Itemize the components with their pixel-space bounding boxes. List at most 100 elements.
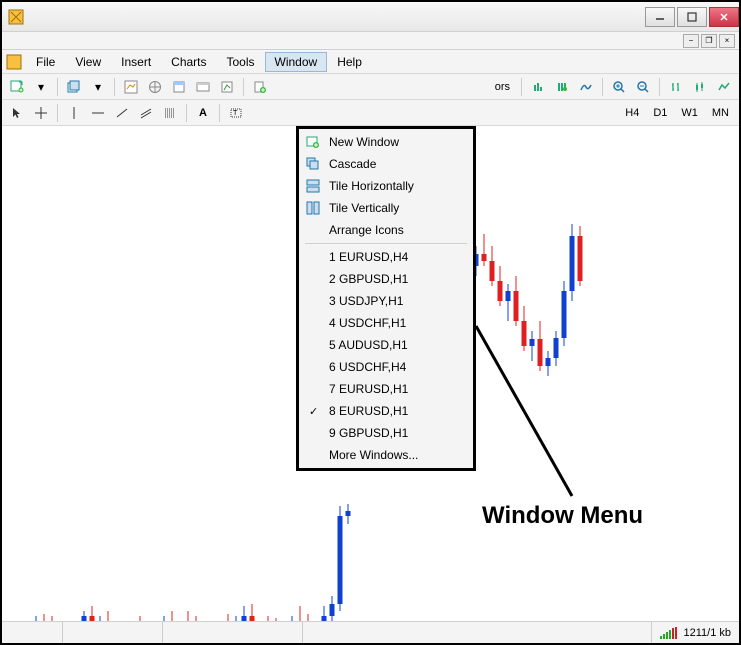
menu-tile-horizontal[interactable]: Tile Horizontally bbox=[301, 175, 471, 197]
terminal-icon[interactable] bbox=[192, 76, 214, 98]
menu-label: 4 USDCHF,H1 bbox=[329, 316, 406, 330]
horizontal-line-icon[interactable] bbox=[87, 102, 109, 124]
cascade-icon bbox=[305, 156, 321, 172]
connection-status: 1211/1 kb bbox=[651, 622, 739, 643]
status-cell-3 bbox=[162, 622, 302, 643]
app-window: − ❐ × File View Insert Charts Tools Wind… bbox=[2, 2, 739, 643]
connection-text: 1211/1 kb bbox=[683, 627, 731, 639]
bar-chart-icon[interactable] bbox=[665, 76, 687, 98]
menu-separator bbox=[305, 243, 467, 244]
text-icon[interactable]: A bbox=[192, 102, 214, 124]
check-icon: ✓ bbox=[309, 405, 318, 418]
menu-insert[interactable]: Insert bbox=[111, 52, 161, 72]
close-button[interactable] bbox=[709, 7, 739, 27]
channel-icon[interactable] bbox=[135, 102, 157, 124]
menu-label: Tile Vertically bbox=[329, 201, 399, 215]
profiles-dropdown-icon[interactable]: ▾ bbox=[87, 76, 109, 98]
mdi-close-button[interactable]: × bbox=[719, 34, 735, 48]
trendline-icon[interactable] bbox=[111, 102, 133, 124]
zoom-in-icon[interactable] bbox=[608, 76, 630, 98]
titlebar bbox=[2, 2, 739, 32]
crosshair-icon[interactable] bbox=[30, 102, 52, 124]
timeframe-mn[interactable]: MN bbox=[706, 107, 735, 119]
menu-arrange-icons[interactable]: Arrange Icons bbox=[301, 219, 471, 241]
menu-cascade[interactable]: Cascade bbox=[301, 153, 471, 175]
menu-label: 8 EURUSD,H1 bbox=[329, 404, 408, 418]
menu-label: 6 USDCHF,H4 bbox=[329, 360, 406, 374]
mdi-controls: − ❐ × bbox=[2, 32, 739, 50]
chart-area[interactable]: New Window Cascade Tile Horizontally Til… bbox=[2, 126, 739, 621]
menu-label: More Windows... bbox=[329, 448, 418, 462]
menu-label: 5 AUDUSD,H1 bbox=[329, 338, 408, 352]
menu-window-9[interactable]: 9 GBPUSD,H1 bbox=[301, 422, 471, 444]
new-chart-icon[interactable] bbox=[6, 76, 28, 98]
status-cell-1 bbox=[2, 622, 62, 643]
menu-label: 7 EURUSD,H1 bbox=[329, 382, 408, 396]
menu-view[interactable]: View bbox=[65, 52, 111, 72]
tile-h-icon bbox=[305, 178, 321, 194]
annotation-label: Window Menu bbox=[482, 502, 643, 530]
menu-window-3[interactable]: 3 USDJPY,H1 bbox=[301, 290, 471, 312]
menu-window-8[interactable]: ✓ 8 EURUSD,H1 bbox=[301, 400, 471, 422]
minimize-button[interactable] bbox=[645, 7, 675, 27]
menu-tile-vertical[interactable]: Tile Vertically bbox=[301, 197, 471, 219]
menu-tools[interactable]: Tools bbox=[217, 52, 265, 72]
vertical-line-icon[interactable] bbox=[63, 102, 85, 124]
timeframe-h4[interactable]: H4 bbox=[619, 107, 645, 119]
menu-label: 2 GBPUSD,H1 bbox=[329, 272, 408, 286]
menu-window[interactable]: Window bbox=[265, 52, 328, 72]
new-dropdown-icon[interactable]: ▾ bbox=[30, 76, 52, 98]
menu-window-1[interactable]: 1 EURUSD,H4 bbox=[301, 246, 471, 268]
menu-help[interactable]: Help bbox=[327, 52, 372, 72]
text-label-icon[interactable]: T bbox=[225, 102, 247, 124]
toolbar-main: ▾ ▾ ors bbox=[2, 74, 739, 100]
partial-label: ors bbox=[489, 81, 516, 93]
app-menu-icon bbox=[6, 54, 22, 70]
status-cell-2 bbox=[62, 622, 162, 643]
app-icon bbox=[8, 9, 24, 25]
strategy-tester-icon[interactable] bbox=[216, 76, 238, 98]
menu-window-7[interactable]: 7 EURUSD,H1 bbox=[301, 378, 471, 400]
menubar: File View Insert Charts Tools Window Hel… bbox=[2, 50, 739, 74]
mdi-minimize-button[interactable]: − bbox=[683, 34, 699, 48]
line-chart-icon[interactable] bbox=[713, 76, 735, 98]
menu-label: 9 GBPUSD,H1 bbox=[329, 426, 408, 440]
status-cell-4 bbox=[302, 622, 402, 643]
menu-window-6[interactable]: 6 USDCHF,H4 bbox=[301, 356, 471, 378]
menu-label: Arrange Icons bbox=[329, 223, 404, 237]
indicators-list-icon[interactable] bbox=[575, 76, 597, 98]
timeframe-d1[interactable]: D1 bbox=[647, 107, 673, 119]
menu-charts[interactable]: Charts bbox=[161, 52, 216, 72]
templates-icon[interactable] bbox=[551, 76, 573, 98]
statusbar: 1211/1 kb bbox=[2, 621, 739, 643]
menu-label: New Window bbox=[329, 135, 399, 149]
menu-window-4[interactable]: 4 USDCHF,H1 bbox=[301, 312, 471, 334]
periodicity-icon[interactable] bbox=[527, 76, 549, 98]
profiles-icon[interactable] bbox=[63, 76, 85, 98]
navigator-icon[interactable] bbox=[144, 76, 166, 98]
mdi-restore-button[interactable]: ❐ bbox=[701, 34, 717, 48]
new-order-icon[interactable] bbox=[249, 76, 271, 98]
menu-label: Tile Horizontally bbox=[329, 179, 414, 193]
menu-window-2[interactable]: 2 GBPUSD,H1 bbox=[301, 268, 471, 290]
tile-v-icon bbox=[305, 200, 321, 216]
window-menu-dropdown: New Window Cascade Tile Horizontally Til… bbox=[296, 126, 476, 471]
new-window-icon bbox=[305, 134, 321, 150]
fibonacci-icon[interactable] bbox=[159, 102, 181, 124]
svg-text:T: T bbox=[233, 110, 238, 117]
connection-bars-icon bbox=[660, 627, 677, 639]
menu-file[interactable]: File bbox=[26, 52, 65, 72]
menu-more-windows[interactable]: More Windows... bbox=[301, 444, 471, 466]
market-watch-icon[interactable] bbox=[120, 76, 142, 98]
menu-label: 3 USDJPY,H1 bbox=[329, 294, 403, 308]
cursor-icon[interactable] bbox=[6, 102, 28, 124]
menu-new-window[interactable]: New Window bbox=[301, 131, 471, 153]
menu-window-5[interactable]: 5 AUDUSD,H1 bbox=[301, 334, 471, 356]
menu-label: 1 EURUSD,H4 bbox=[329, 250, 408, 264]
toolbar-drawing: A T H4 D1 W1 MN bbox=[2, 100, 739, 126]
zoom-out-icon[interactable] bbox=[632, 76, 654, 98]
timeframe-w1[interactable]: W1 bbox=[675, 107, 704, 119]
candle-chart-icon[interactable] bbox=[689, 76, 711, 98]
data-window-icon[interactable] bbox=[168, 76, 190, 98]
maximize-button[interactable] bbox=[677, 7, 707, 27]
